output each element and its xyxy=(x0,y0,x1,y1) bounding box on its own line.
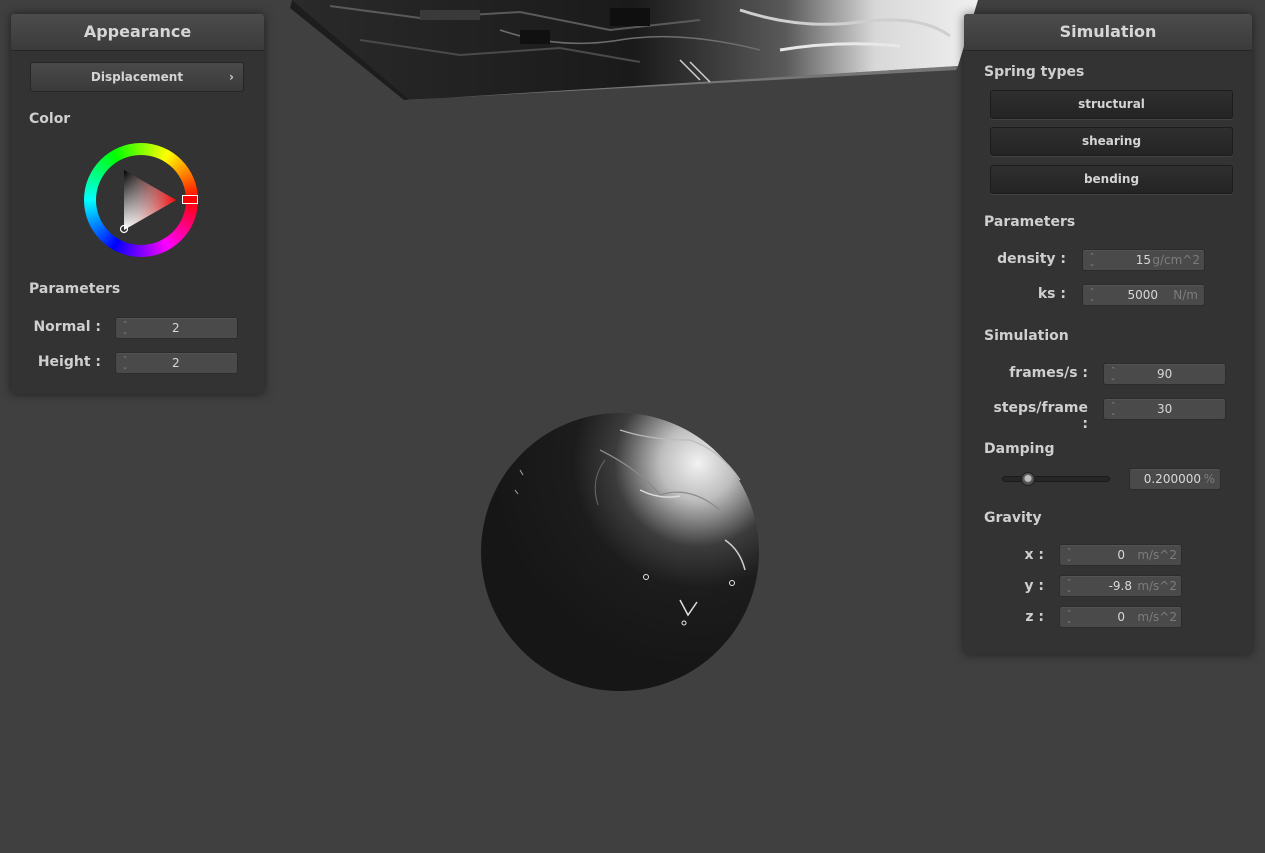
height-value: 2 xyxy=(172,356,180,370)
structural-button[interactable]: structural xyxy=(990,90,1233,119)
spinner-arrows-icon[interactable]: ⌃ ⌄ xyxy=(121,320,129,336)
simulation-panel: Simulation Spring types structural shear… xyxy=(964,14,1252,654)
simulation-section-title: Simulation xyxy=(984,328,1069,344)
gravity-z-unit: m/s^2 xyxy=(1137,610,1177,624)
damping-unit: % xyxy=(1203,472,1215,486)
damping-field[interactable]: 0.200000 % xyxy=(1129,468,1221,490)
gravity-y-spinbox[interactable]: ⌃ ⌄ -9.8 m/s^2 xyxy=(1059,575,1182,597)
hue-selector-icon[interactable] xyxy=(182,195,198,204)
gravity-x-value: 0 xyxy=(1117,548,1125,562)
damping-title: Damping xyxy=(984,441,1055,457)
shader-popup-button[interactable]: Displacement › xyxy=(30,62,244,92)
slider-knob-icon[interactable] xyxy=(1021,472,1035,486)
spinner-arrows-icon[interactable]: ⌃ ⌄ xyxy=(1065,547,1073,563)
sphere-mesh xyxy=(481,413,759,691)
gravity-y-label: y : xyxy=(1024,578,1044,594)
sim-params-title: Parameters xyxy=(984,214,1076,230)
shearing-button[interactable]: shearing xyxy=(990,127,1233,156)
saturation-triangle[interactable] xyxy=(84,143,198,257)
gravity-x-unit: m/s^2 xyxy=(1137,548,1177,562)
cloth-mesh xyxy=(290,0,978,100)
ks-value: 5000 xyxy=(1127,288,1158,302)
spinner-arrows-icon[interactable]: ⌃ ⌄ xyxy=(1088,287,1096,303)
damping-slider[interactable] xyxy=(1002,472,1110,486)
ks-unit: N/m xyxy=(1173,288,1198,302)
gravity-z-value: 0 xyxy=(1117,610,1125,624)
gravity-y-unit: m/s^2 xyxy=(1137,579,1177,593)
color-section-title: Color xyxy=(29,111,71,127)
spinner-arrows-icon[interactable]: ⌃ ⌄ xyxy=(1065,578,1073,594)
density-spinbox[interactable]: ⌃ ⌄ 15 g/cm^2 xyxy=(1082,249,1205,271)
params-section-title: Parameters xyxy=(29,281,121,297)
density-value: 15 xyxy=(1135,253,1151,267)
spinner-arrows-icon[interactable]: ⌃ ⌄ xyxy=(1109,401,1117,417)
density-unit: g/cm^2 xyxy=(1152,253,1200,267)
ks-spinbox[interactable]: ⌃ ⌄ 5000 N/m xyxy=(1082,284,1205,306)
gravity-x-spinbox[interactable]: ⌃ ⌄ 0 m/s^2 xyxy=(1059,544,1182,566)
shader-popup-label: Displacement xyxy=(90,70,184,84)
height-label: Height : xyxy=(37,354,101,370)
chevron-right-icon: › xyxy=(229,70,234,84)
density-label: density : xyxy=(997,251,1066,267)
gravity-z-label: z : xyxy=(1025,609,1044,625)
simulation-panel-title[interactable]: Simulation xyxy=(964,14,1252,51)
normal-label: Normal : xyxy=(33,319,101,335)
gravity-z-spinbox[interactable]: ⌃ ⌄ 0 m/s^2 xyxy=(1059,606,1182,628)
gravity-x-label: x : xyxy=(1024,547,1044,563)
spinner-arrows-icon[interactable]: ⌃ ⌄ xyxy=(1109,366,1117,382)
appearance-panel-title[interactable]: Appearance xyxy=(11,14,264,51)
fps-label: frames/s : xyxy=(1009,365,1088,381)
steps-label: steps/frame : xyxy=(993,400,1088,432)
bending-button[interactable]: bending xyxy=(990,165,1233,194)
gravity-y-value: -9.8 xyxy=(1108,579,1132,593)
normal-value: 2 xyxy=(172,321,180,335)
steps-value: 30 xyxy=(1157,402,1173,416)
fps-value: 90 xyxy=(1157,367,1173,381)
height-spinbox[interactable]: ⌃ ⌄ 2 xyxy=(115,352,238,374)
steps-spinbox[interactable]: ⌃ ⌄ 30 xyxy=(1103,398,1226,420)
color-wheel[interactable] xyxy=(84,143,198,257)
gravity-title: Gravity xyxy=(984,510,1042,526)
normal-spinbox[interactable]: ⌃ ⌄ 2 xyxy=(115,317,238,339)
fps-spinbox[interactable]: ⌃ ⌄ 90 xyxy=(1103,363,1226,385)
ks-label: ks : xyxy=(1037,286,1066,302)
spinner-arrows-icon[interactable]: ⌃ ⌄ xyxy=(1088,252,1096,268)
spinner-arrows-icon[interactable]: ⌃ ⌄ xyxy=(121,355,129,371)
damping-value: 0.200000 xyxy=(1143,472,1201,486)
spinner-arrows-icon[interactable]: ⌃ ⌄ xyxy=(1065,609,1073,625)
appearance-panel: Appearance Displacement › Color Paramete… xyxy=(11,14,264,394)
spring-types-title: Spring types xyxy=(984,64,1085,80)
